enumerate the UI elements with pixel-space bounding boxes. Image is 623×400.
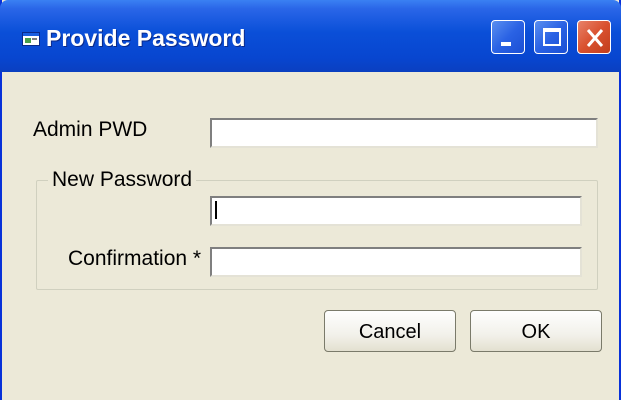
confirmation-label: Confirmation * bbox=[68, 247, 202, 270]
ok-button[interactable]: OK bbox=[470, 310, 602, 352]
title-bar[interactable]: Provide Password bbox=[0, 0, 621, 72]
minimize-button[interactable] bbox=[491, 20, 525, 54]
confirmation-field[interactable] bbox=[210, 247, 582, 277]
maximize-button[interactable] bbox=[534, 20, 568, 54]
cancel-button[interactable]: Cancel bbox=[324, 310, 456, 352]
provide-password-dialog: Provide Password Admin PWD New Password … bbox=[0, 0, 621, 400]
new-password-field-wrapper bbox=[210, 196, 582, 226]
admin-pwd-field[interactable] bbox=[210, 118, 598, 148]
text-caret bbox=[215, 201, 217, 219]
window-title: Provide Password bbox=[46, 25, 246, 51]
app-window-icon bbox=[22, 32, 40, 46]
admin-pwd-label: Admin PWD bbox=[33, 118, 148, 141]
close-button[interactable] bbox=[577, 20, 611, 54]
new-password-field[interactable] bbox=[210, 196, 582, 226]
new-password-group-label: New Password bbox=[48, 168, 197, 192]
